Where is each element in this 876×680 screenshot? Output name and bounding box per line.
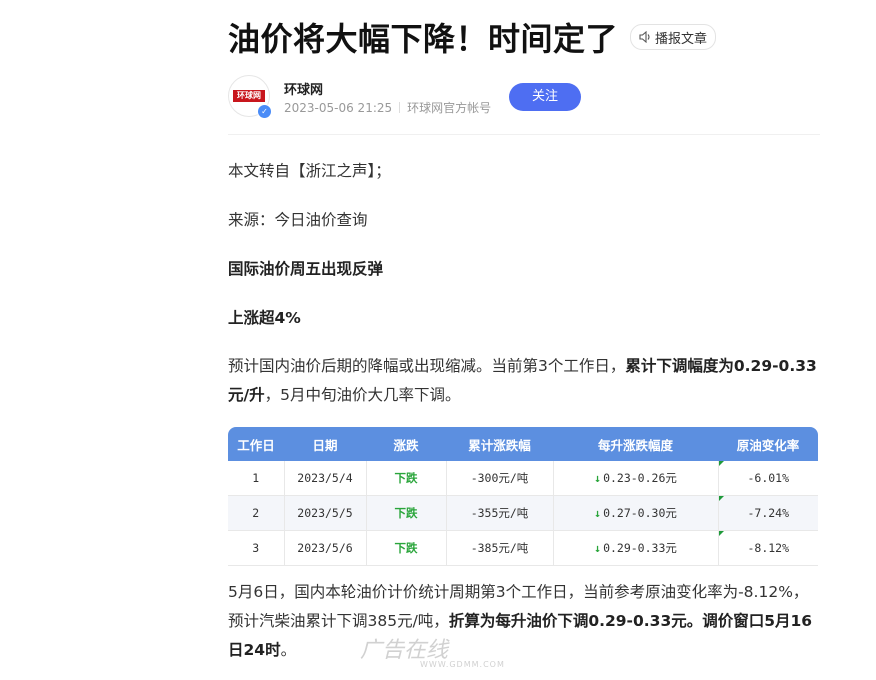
crude-value: -6.01% bbox=[747, 471, 790, 485]
table-row: 3 2023/5/6 下跌 -385元/吨 ↓ 0.29-0.33元 -8.12% bbox=[228, 530, 818, 566]
listen-label: 播报文章 bbox=[655, 31, 708, 47]
bold-text: 上涨超4% bbox=[228, 309, 301, 327]
meta-divider bbox=[399, 102, 401, 113]
author-bar: 环球网 ✓ 环球网 2023-05-06 21:25 环球网官方帐号 关注 bbox=[228, 75, 820, 121]
table-header-cell: 原油变化率 bbox=[718, 427, 818, 461]
crude-value: -7.24% bbox=[747, 506, 790, 520]
title-row: 油价将大幅下降！时间定了 播报文章 bbox=[228, 14, 717, 60]
table-cell-day: 1 bbox=[228, 461, 285, 496]
table-row: 1 2023/5/4 下跌 -300元/吨 ↓ 0.23-0.26元 -6.01% bbox=[228, 461, 818, 496]
table-cell-day: 2 bbox=[228, 495, 285, 531]
watermark-url: WWW.GDMM.COM bbox=[420, 660, 505, 669]
cell-marker-icon bbox=[718, 496, 724, 501]
paragraph-heading-2: 上涨超4% bbox=[228, 304, 820, 333]
speaker-icon bbox=[639, 31, 650, 43]
listen-button[interactable]: 播报文章 bbox=[630, 24, 717, 50]
table-header-row: 工作日 日期 涨跌 累计涨跌幅 每升涨跌幅度 原油变化率 bbox=[228, 427, 818, 461]
table-header-cell: 工作日 bbox=[228, 427, 284, 461]
paragraph-source-note: 本文转自【浙江之声】； bbox=[228, 162, 391, 180]
table-cell-trend: 下跌 bbox=[366, 495, 447, 531]
table-cell-crude: -8.12% bbox=[718, 530, 818, 566]
per-liter-value: 0.23-0.26元 bbox=[603, 471, 677, 485]
table-cell-crude: -6.01% bbox=[718, 461, 818, 496]
table-header-cell: 日期 bbox=[284, 427, 366, 461]
follow-button[interactable]: 关注 bbox=[509, 83, 581, 111]
paragraph-source: 来源：今日油价查询 bbox=[228, 211, 368, 229]
verified-badge-icon: ✓ bbox=[257, 104, 272, 119]
watermark: 广告在线 WWW.GDMM.COM bbox=[360, 632, 505, 669]
text-span: 。 bbox=[280, 641, 297, 659]
table-cell-date: 2023/5/5 bbox=[284, 495, 367, 531]
paragraph-summary: 5月6日，国内本轮油价计价统计周期第3个工作日，当前参考原油变化率为-8.12%… bbox=[228, 578, 820, 665]
table-cell-crude: -7.24% bbox=[718, 495, 818, 531]
trend-label: 下跌 bbox=[394, 506, 418, 520]
table-cell-per-liter: ↓ 0.27-0.30元 bbox=[553, 495, 719, 531]
table-header-cell: 累计涨跌幅 bbox=[446, 427, 553, 461]
author-name[interactable]: 环球网 bbox=[284, 79, 323, 98]
table-cell-date: 2023/5/4 bbox=[284, 461, 367, 496]
text-span: ，5月中旬油价大几率下调。 bbox=[264, 386, 461, 404]
table-cell-day: 3 bbox=[228, 530, 285, 566]
per-liter-value: 0.29-0.33元 bbox=[603, 541, 677, 555]
crude-value: -8.12% bbox=[747, 541, 790, 555]
author-meta: 2023-05-06 21:25 环球网官方帐号 bbox=[284, 99, 491, 116]
table-cell-trend: 下跌 bbox=[366, 461, 447, 496]
cell-marker-icon bbox=[718, 461, 724, 466]
bold-text: 国际油价周五出现反弹 bbox=[228, 260, 384, 278]
trend-label: 下跌 bbox=[394, 541, 418, 555]
author-logo: 环球网 bbox=[233, 90, 265, 102]
table-cell-date: 2023/5/6 bbox=[284, 530, 367, 566]
publish-datetime: 2023-05-06 21:25 bbox=[284, 101, 393, 115]
down-arrow-icon: ↓ bbox=[594, 471, 602, 485]
paragraph-heading-1: 国际油价周五出现反弹 bbox=[228, 255, 820, 284]
table-header-cell: 每升涨跌幅度 bbox=[553, 427, 718, 461]
table-row: 2 2023/5/5 下跌 -355元/吨 ↓ 0.27-0.30元 -7.24% bbox=[228, 495, 818, 531]
header-divider bbox=[228, 134, 820, 135]
trend-label: 下跌 bbox=[394, 471, 418, 485]
paragraph-forecast: 预计国内油价后期的降幅或出现缩减。当前第3个工作日，累计下调幅度为0.29-0.… bbox=[228, 352, 820, 410]
table-header-cell: 涨跌 bbox=[366, 427, 446, 461]
oil-price-table: 工作日 日期 涨跌 累计涨跌幅 每升涨跌幅度 原油变化率 1 2023/5/4 … bbox=[228, 427, 818, 566]
text-span: 预计国内油价后期的降幅或出现缩减。当前第3个工作日， bbox=[228, 357, 626, 375]
table-cell-cumulative: -300元/吨 bbox=[446, 461, 554, 496]
table-cell-trend: 下跌 bbox=[366, 530, 447, 566]
article-title: 油价将大幅下降！时间定了 bbox=[228, 20, 619, 58]
account-type: 环球网官方帐号 bbox=[407, 101, 492, 115]
table-cell-cumulative: -385元/吨 bbox=[446, 530, 554, 566]
cell-marker-icon bbox=[718, 531, 724, 536]
per-liter-value: 0.27-0.30元 bbox=[603, 506, 677, 520]
table-cell-per-liter: ↓ 0.29-0.33元 bbox=[553, 530, 719, 566]
table-cell-per-liter: ↓ 0.23-0.26元 bbox=[553, 461, 719, 496]
down-arrow-icon: ↓ bbox=[594, 506, 602, 520]
down-arrow-icon: ↓ bbox=[594, 541, 602, 555]
table-cell-cumulative: -355元/吨 bbox=[446, 495, 554, 531]
